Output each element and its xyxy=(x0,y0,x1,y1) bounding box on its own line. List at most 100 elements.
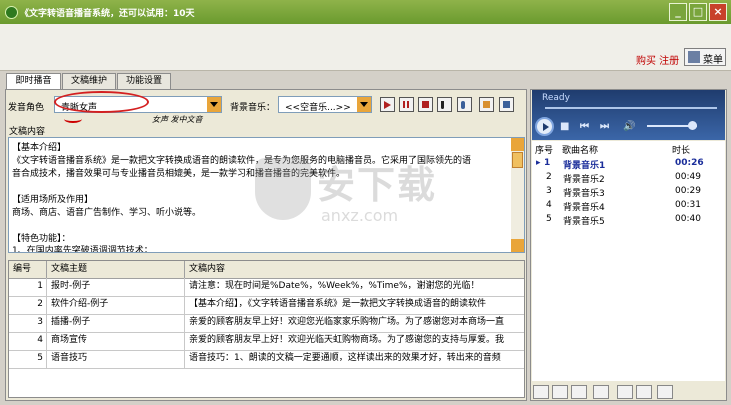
row-text: 亲爱的顾客朋友早上好！欢迎您光临家家乐购物广场。为了感谢您对本商场一直 xyxy=(185,314,524,332)
content-line: 商场、商店、语音广告制作、学习、听小说等。 xyxy=(12,208,202,218)
tab-label: 功能设置 xyxy=(125,76,162,86)
row-id: 4 xyxy=(9,332,47,350)
bgm-value: <<空音乐...>> xyxy=(285,103,351,113)
table-row[interactable]: 3 插播-例子 亲爱的顾客朋友早上好！欢迎您光临家家乐购物广场。为了感谢您对本商… xyxy=(9,314,524,333)
content-line: 【适用场所及作用】 xyxy=(12,195,94,205)
scroll-down-icon[interactable] xyxy=(511,239,524,252)
next-icon[interactable]: ⏭ xyxy=(600,121,609,132)
playlist-name: 背景音乐5 xyxy=(563,217,605,227)
watermark-title: 安下载 xyxy=(317,163,438,207)
pause-button[interactable] xyxy=(399,97,414,112)
microphone-icon xyxy=(461,101,465,109)
playlist-row[interactable]: 5 背景音乐5 00:40 xyxy=(532,214,725,227)
export-button[interactable] xyxy=(479,97,494,112)
playlist-no: 2 xyxy=(546,172,552,182)
music-note-icon xyxy=(441,101,444,109)
app-icon xyxy=(5,6,18,19)
playlist-row[interactable]: ▸ 1 背景音乐1 00:26 xyxy=(532,158,725,171)
scroll-up-icon[interactable] xyxy=(511,138,524,151)
window-title: 《文字转语音播音系统，还可以试用：10天 xyxy=(20,9,195,19)
stop-icon xyxy=(422,101,429,108)
minimize-button[interactable]: _ xyxy=(669,3,687,21)
playlist-no: 5 xyxy=(546,214,552,224)
tab-instant-broadcast[interactable]: 即时播音 xyxy=(6,73,61,90)
move-up-button[interactable] xyxy=(617,385,633,399)
table-row[interactable]: 2 软件介绍-例子 【基本介绍】，《文字转语音播音系统》是一款把文字转换成语音的… xyxy=(9,296,524,315)
script-table: 编号 文稿主题 文稿内容 1 报时-例子 请注意：现在时间是%Date%，%We… xyxy=(8,260,525,398)
table-row[interactable]: 5 语音技巧 语音技巧：1、朗读的文稿一定要通顺，这样读出来的效果才好，转出来的… xyxy=(9,350,524,369)
row-text: 【基本介绍】，《文字转语音播音系统》是一款把文字转换成语音的朗读软件 xyxy=(185,296,524,314)
voice-label: 发音角色 xyxy=(8,103,45,113)
table-header: 编号 文稿主题 文稿内容 xyxy=(9,261,524,279)
row-id: 2 xyxy=(9,296,47,314)
playlist-no: 1 xyxy=(544,158,551,168)
buy-register-link[interactable]: 购买 注册 xyxy=(636,52,679,67)
column-header[interactable]: 文稿主题 xyxy=(47,261,185,278)
column-header[interactable]: 文稿内容 xyxy=(185,261,524,278)
delete-button[interactable] xyxy=(593,385,609,399)
tab-script-maintenance[interactable]: 文稿维护 xyxy=(62,73,116,89)
playlist-header-name[interactable]: 歌曲名称 xyxy=(562,143,598,156)
open-folder-button[interactable] xyxy=(571,385,587,399)
move-down-button[interactable] xyxy=(636,385,652,399)
playlist: 序号 歌曲名称 时长 ▸ 1 背景音乐1 00:26 2 背景音乐2 00:49… xyxy=(532,141,725,381)
row-text: 请注意：现在时间是%Date%，%Week%，%Time%，谢谢您的光临！ xyxy=(185,278,524,296)
playlist-time: 00:26 xyxy=(675,158,704,168)
music-button[interactable] xyxy=(437,97,452,112)
table-row[interactable]: 1 报时-例子 请注意：现在时间是%Date%，%Week%，%Time%，谢谢… xyxy=(9,278,524,297)
record-button[interactable] xyxy=(457,97,472,112)
highlight-ellipse xyxy=(54,91,149,113)
column-header[interactable]: 编号 xyxy=(9,261,47,278)
playlist-header-no[interactable]: 序号 xyxy=(535,143,553,156)
save-button[interactable] xyxy=(499,97,514,112)
playlist-name: 背景音乐3 xyxy=(563,189,605,199)
remove-music-button[interactable] xyxy=(552,385,568,399)
bgm-select[interactable]: <<空音乐...>> xyxy=(278,96,372,113)
table-row[interactable]: 4 商场宣传 亲爱的顾客朋友早上好！欢迎光临天虹购物商场。为了感谢您的支持与厚爱… xyxy=(9,332,524,351)
close-button[interactable]: × xyxy=(709,3,727,21)
stop-button[interactable] xyxy=(418,97,433,112)
seek-bar[interactable] xyxy=(545,107,717,109)
maximize-button[interactable]: □ xyxy=(689,3,707,21)
playlist-no: 3 xyxy=(546,186,552,196)
refresh-button[interactable] xyxy=(657,385,673,399)
tab-settings[interactable]: 功能设置 xyxy=(117,73,171,89)
playlist-no: 4 xyxy=(546,200,552,210)
player-stop-icon[interactable]: ■ xyxy=(560,121,569,132)
volume-knob[interactable] xyxy=(688,121,697,130)
playlist-name: 背景音乐4 xyxy=(563,203,605,213)
content-line: 【基本介绍】 xyxy=(12,143,67,153)
playlist-row[interactable]: 3 背景音乐3 00:29 xyxy=(532,186,725,199)
add-music-button[interactable] xyxy=(533,385,549,399)
menu-button[interactable]: 菜单 xyxy=(684,48,726,66)
maximize-icon: □ xyxy=(692,5,704,18)
row-topic: 商场宣传 xyxy=(47,332,185,350)
tab-label: 文稿维护 xyxy=(70,76,107,86)
close-icon: × xyxy=(713,5,723,18)
scrollbar-thumb[interactable] xyxy=(512,152,523,168)
row-id: 3 xyxy=(9,314,47,332)
volume-icon[interactable]: 🔊 xyxy=(623,121,635,132)
content-line: 1、在国内率先突破语调调节技术； xyxy=(12,246,153,253)
content-label: 文稿内容 xyxy=(9,127,46,137)
watermark-subtitle: anxz.com xyxy=(321,206,399,225)
playlist-row[interactable]: 4 背景音乐4 00:31 xyxy=(532,200,725,213)
row-topic: 插播-例子 xyxy=(47,314,185,332)
row-id: 5 xyxy=(9,350,47,368)
content-scrollbar[interactable] xyxy=(511,138,524,252)
pause-icon xyxy=(403,101,405,108)
playlist-header-time[interactable]: 时长 xyxy=(672,143,690,156)
chevron-down-icon[interactable] xyxy=(357,97,371,112)
previous-icon[interactable]: ⏮ xyxy=(580,121,589,132)
row-id: 1 xyxy=(9,278,47,296)
row-text: 亲爱的顾客朋友早上好！欢迎光临天虹购物商场。为了感谢您的支持与厚爱。我 xyxy=(185,332,524,350)
handwritten-note: 女声 发中文音 xyxy=(152,115,203,124)
playlist-row[interactable]: 2 背景音乐2 00:49 xyxy=(532,172,725,185)
chevron-down-icon[interactable] xyxy=(207,97,221,112)
shield-icon xyxy=(255,158,311,220)
play-button[interactable] xyxy=(380,97,395,112)
playlist-time: 00:31 xyxy=(675,200,701,210)
row-text: 语音技巧：1、朗读的文稿一定要通顺，这样读出来的效果才好，转出来的音频 xyxy=(185,350,524,368)
player-play-button[interactable] xyxy=(535,117,554,136)
menu-icon xyxy=(688,51,700,63)
